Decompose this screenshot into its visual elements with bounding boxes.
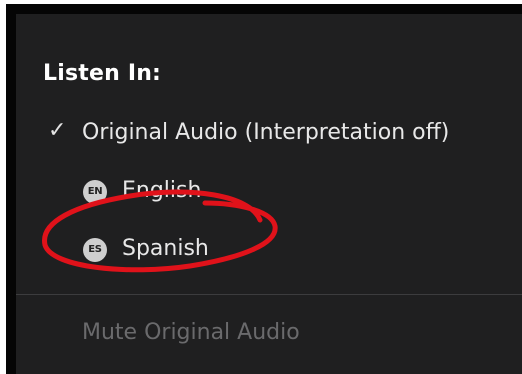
menu-divider bbox=[16, 294, 522, 295]
menu-item-label: Spanish bbox=[122, 236, 209, 261]
menu-item-spanish[interactable]: ES Spanish bbox=[16, 224, 522, 276]
menu-heading: Listen In: bbox=[43, 61, 162, 86]
menu-item-label: Original Audio (Interpretation off) bbox=[82, 120, 450, 145]
check-icon: ✓ bbox=[48, 118, 67, 143]
menu-item-label: English bbox=[122, 178, 202, 203]
language-badge-en-icon: EN bbox=[83, 180, 107, 204]
mute-original-audio-item: Mute Original Audio bbox=[82, 320, 300, 345]
listen-in-menu: Listen In: ✓ Original Audio (Interpretat… bbox=[6, 4, 522, 374]
menu-item-english[interactable]: EN English bbox=[16, 166, 522, 218]
language-badge-es-icon: ES bbox=[83, 238, 107, 262]
menu-item-original-audio[interactable]: ✓ Original Audio (Interpretation off) bbox=[16, 108, 522, 160]
